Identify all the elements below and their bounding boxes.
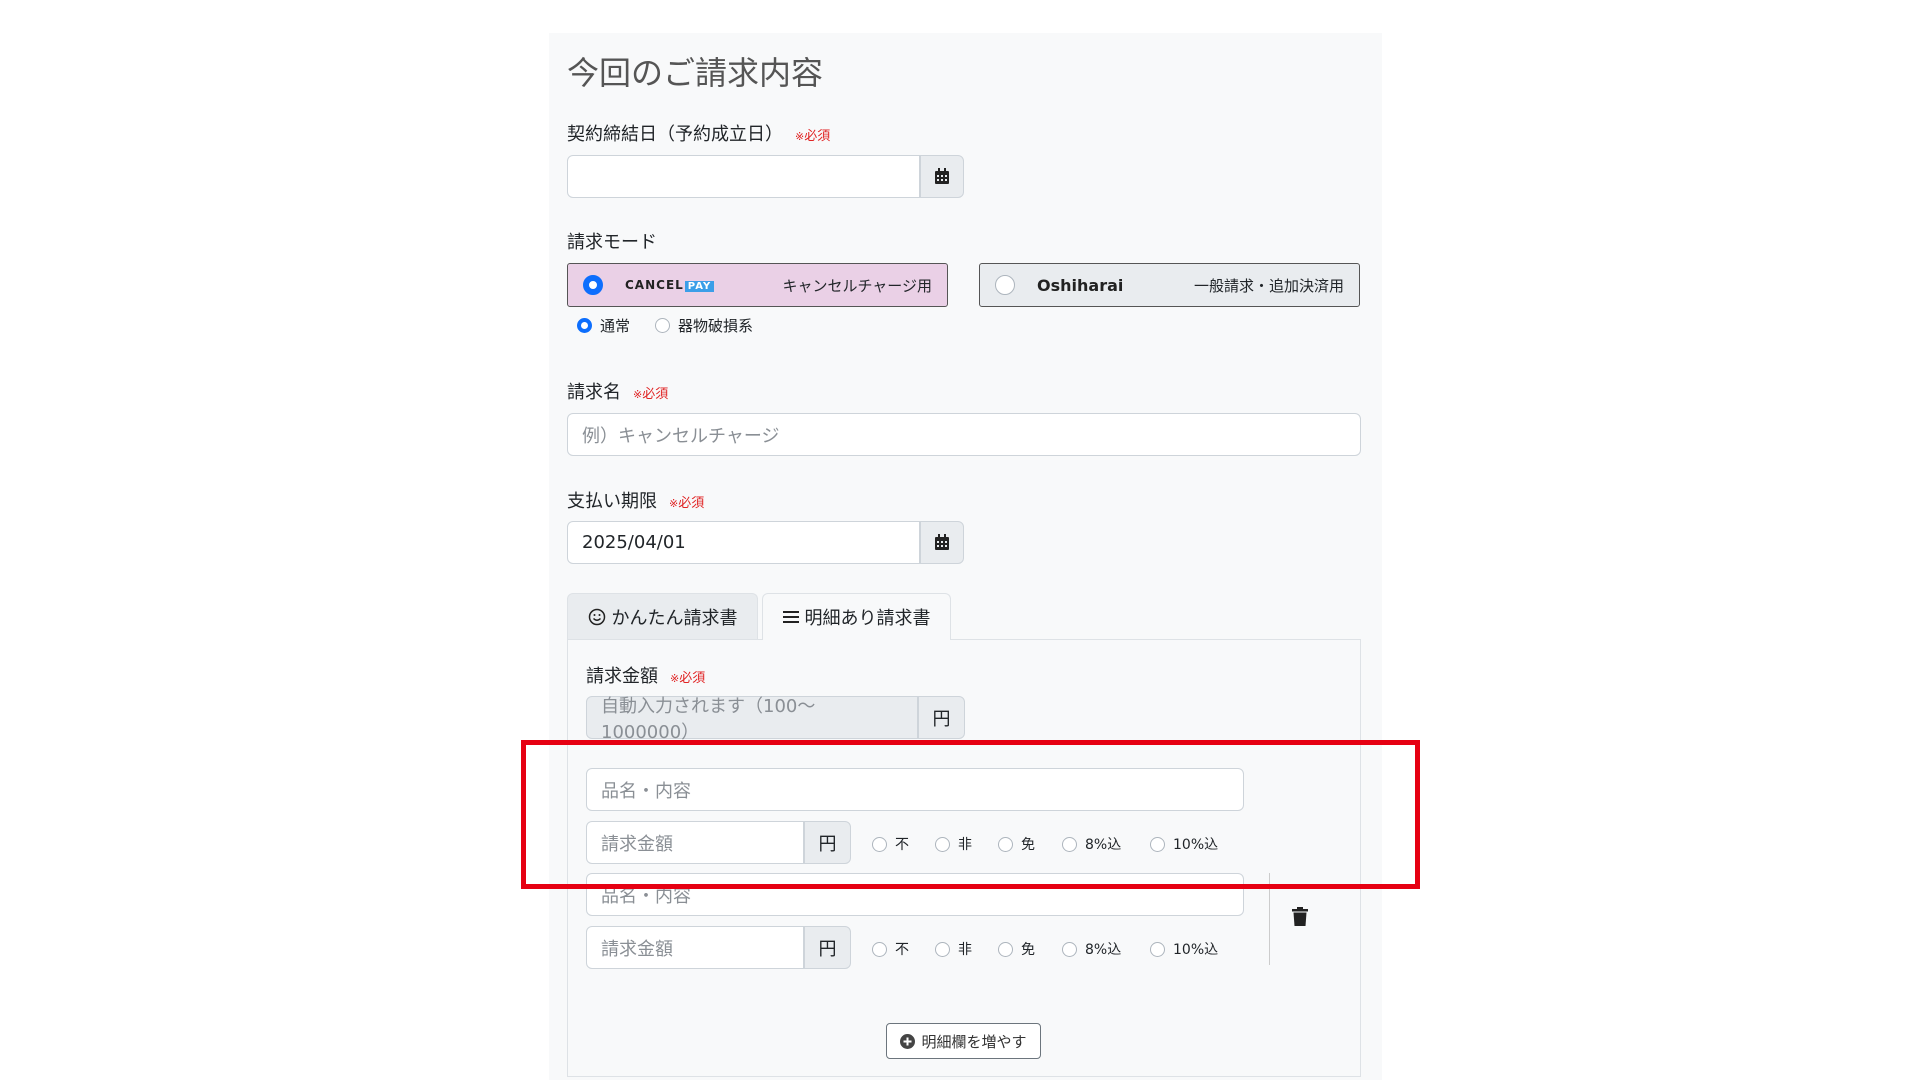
tab-detailed-invoice-label: 明細あり請求書 bbox=[804, 608, 931, 629]
line-item-2-tax-10[interactable]: 10%込 bbox=[1150, 939, 1218, 959]
mode-cancelpay-card[interactable]: CANCEL PAY キャンセルチャージ用 bbox=[567, 263, 948, 307]
sub-option-damage-label: 器物破損系 bbox=[678, 317, 754, 335]
mode-oshiharai-desc: 一般請求・追加決済用 bbox=[1193, 276, 1344, 295]
contract-date-label-text: 契約締結日（予約成立日） bbox=[567, 124, 783, 145]
sub-option-damage-radio[interactable] bbox=[655, 318, 670, 333]
contract-date-input[interactable] bbox=[567, 155, 920, 198]
billing-mode-label: 請求モード bbox=[567, 232, 657, 253]
trash-icon bbox=[1292, 907, 1308, 926]
billing-name-label: 請求名必須 bbox=[567, 378, 668, 404]
oshiharai-logo: Oshiharai bbox=[1037, 275, 1124, 295]
line-item-2-amount-input[interactable]: 請求金額 bbox=[586, 926, 804, 969]
calendar-button[interactable] bbox=[920, 155, 964, 198]
total-amount-unit: 円 bbox=[918, 696, 965, 739]
sub-option-normal-radio[interactable] bbox=[577, 318, 592, 333]
tax-label: 8%込 bbox=[1085, 942, 1122, 958]
highlight-box bbox=[521, 740, 1420, 889]
sub-option-normal[interactable]: 通常 bbox=[577, 315, 630, 336]
due-date-label: 支払い期限必須 bbox=[567, 487, 704, 513]
required-badge: 必須 bbox=[795, 129, 830, 144]
tax-radio[interactable] bbox=[935, 941, 950, 957]
calendar-icon bbox=[935, 168, 949, 184]
required-badge: 必須 bbox=[670, 671, 705, 686]
total-amount-input: 自動入力されます（100〜1000000） bbox=[586, 696, 918, 743]
list-icon bbox=[782, 611, 799, 623]
contract-date-label: 契約締結日（予約成立日） 必須 bbox=[567, 120, 830, 146]
total-amount-label: 請求金額必須 bbox=[586, 662, 705, 688]
mode-oshiharai-radio[interactable] bbox=[995, 275, 1015, 295]
line-item-2-unit: 円 bbox=[804, 926, 851, 969]
tax-label: 10%込 bbox=[1173, 942, 1219, 958]
mode-cancelpay-desc: キャンセルチャージ用 bbox=[782, 276, 932, 295]
tax-radio[interactable] bbox=[872, 941, 887, 957]
required-badge: 必須 bbox=[633, 387, 668, 402]
mode-oshiharai-card[interactable]: Oshiharai 一般請求・追加決済用 bbox=[979, 263, 1360, 307]
tab-simple-invoice[interactable]: かんたん請求書 bbox=[567, 593, 758, 639]
tax-label: 免 bbox=[1021, 942, 1035, 958]
calendar-icon bbox=[935, 534, 949, 550]
required-badge: 必須 bbox=[669, 496, 704, 511]
line-item-2-tax-8[interactable]: 8%込 bbox=[1062, 939, 1121, 959]
tax-radio[interactable] bbox=[1150, 941, 1165, 957]
smile-icon bbox=[588, 608, 605, 625]
tax-radio[interactable] bbox=[1062, 941, 1077, 957]
page-title: 今回のご請求内容 bbox=[567, 54, 824, 92]
sub-option-damage[interactable]: 器物破損系 bbox=[655, 315, 753, 336]
tax-label: 不 bbox=[895, 942, 909, 958]
due-date-label-text: 支払い期限 bbox=[567, 491, 657, 512]
line-item-2-tax-non[interactable]: 非 bbox=[935, 939, 972, 959]
billing-name-input[interactable]: 例）キャンセルチャージ bbox=[567, 413, 1361, 456]
cancelpay-logo: CANCEL PAY bbox=[625, 278, 715, 292]
billing-name-label-text: 請求名 bbox=[567, 382, 621, 403]
tax-radio[interactable] bbox=[998, 941, 1013, 957]
plus-circle-icon bbox=[900, 1033, 916, 1049]
total-amount-label-text: 請求金額 bbox=[586, 666, 658, 687]
cancelpay-logo-right: PAY bbox=[684, 281, 715, 292]
due-date-calendar-button[interactable] bbox=[920, 521, 964, 564]
sub-option-normal-label: 通常 bbox=[600, 317, 631, 335]
tax-label: 非 bbox=[958, 942, 972, 958]
line-item-2-tax-none[interactable]: 不 bbox=[872, 939, 909, 959]
add-line-item-button[interactable]: 明細欄を増やす bbox=[886, 1023, 1041, 1059]
tab-simple-invoice-label: かんたん請求書 bbox=[611, 607, 738, 629]
add-line-item-label: 明細欄を増やす bbox=[921, 1032, 1027, 1051]
cancelpay-logo-left: CANCEL bbox=[625, 278, 684, 292]
due-date-input[interactable]: 2025/04/01 bbox=[567, 521, 920, 564]
tab-detailed-invoice[interactable]: 明細あり請求書 bbox=[762, 593, 951, 640]
line-item-2-tax-exempt[interactable]: 免 bbox=[998, 939, 1035, 959]
mode-cancelpay-radio[interactable] bbox=[583, 275, 603, 295]
delete-line-item-button[interactable] bbox=[1292, 907, 1308, 930]
